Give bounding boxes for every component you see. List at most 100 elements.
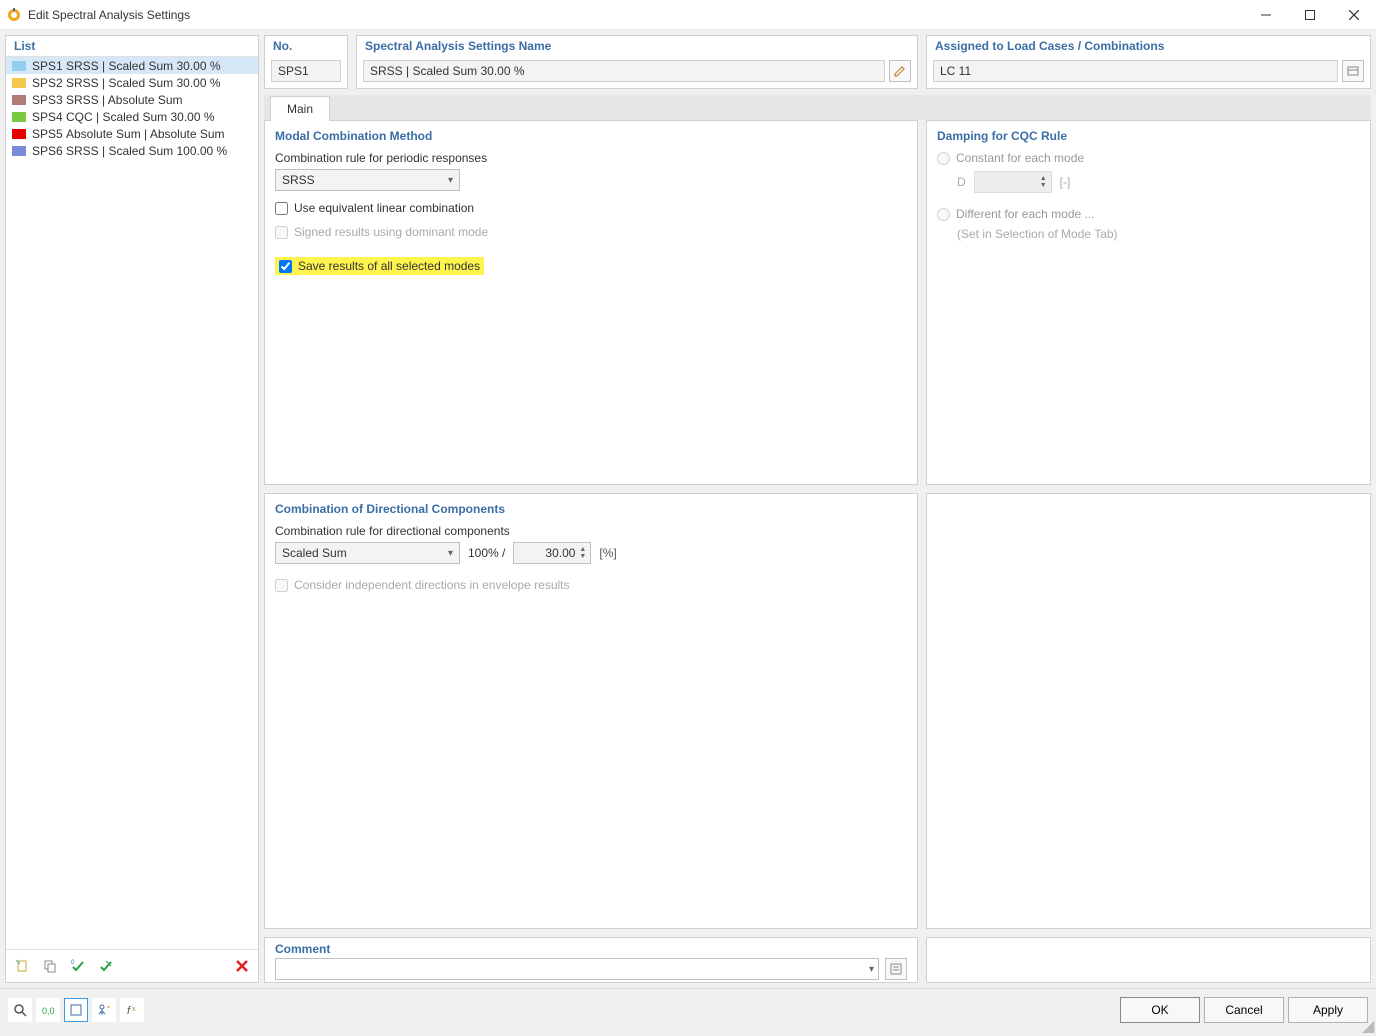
signed-label: Signed results using dominant mode (294, 225, 488, 239)
color-swatch (12, 78, 26, 88)
damping-title: Damping for CQC Rule (937, 129, 1360, 143)
save-all-highlight[interactable]: Save results of all selected modes (275, 257, 484, 275)
list-item[interactable]: SPS5 Absolute Sum | Absolute Sum (6, 125, 258, 142)
blank-section-2 (926, 937, 1371, 983)
app-icon (6, 7, 22, 23)
titlebar: Edit Spectral Analysis Settings (0, 0, 1376, 30)
damping-different-radio-row: Different for each mode ... (937, 207, 1360, 221)
damping-d-unit: [-] (1060, 175, 1071, 189)
list-header: List (6, 36, 258, 57)
svg-text:0,0: 0,0 (42, 1006, 55, 1016)
copy-item-button[interactable] (38, 954, 62, 978)
no-field-box: No. SPS1 (264, 35, 348, 89)
right-column: Damping for CQC Rule Constant for each m… (926, 120, 1371, 983)
damping-constant-radio (937, 152, 950, 165)
modal-title: Modal Combination Method (275, 129, 907, 143)
comment-title: Comment (275, 942, 907, 956)
minimize-button[interactable] (1244, 0, 1288, 30)
use-equiv-label: Use equivalent linear combination (294, 201, 474, 215)
list-item-id: SPS1 (32, 59, 66, 73)
list-item-id: SPS5 (32, 127, 66, 141)
top-fields-row: No. SPS1 Spectral Analysis Settings Name… (264, 35, 1371, 89)
toolbar-spacer (122, 954, 226, 978)
name-input[interactable]: SRSS | Scaled Sum 30.00 % (363, 60, 885, 82)
signed-checkbox-row: Signed results using dominant mode (275, 225, 907, 239)
close-button[interactable] (1332, 0, 1376, 30)
damping-section: Damping for CQC Rule Constant for each m… (926, 120, 1371, 485)
modal-rule-label: Combination rule for periodic responses (275, 151, 907, 165)
comment-combobox[interactable]: ▾ (275, 958, 879, 980)
list-item[interactable]: SPS1 SRSS | Scaled Sum 30.00 % (6, 57, 258, 74)
list-item[interactable]: SPS2 SRSS | Scaled Sum 30.00 % (6, 74, 258, 91)
list-item-id: SPS4 (32, 110, 66, 124)
display-button[interactable] (64, 998, 88, 1022)
no-label: No. (265, 36, 347, 56)
damping-different-label: Different for each mode ... (956, 207, 1095, 221)
damping-d-row: D ▲▼ [-] (957, 171, 1360, 193)
list-toolbar: 0 (6, 949, 258, 982)
dir-rule-select[interactable]: Scaled Sum ▾ (275, 542, 460, 564)
chevron-down-icon: ▾ (869, 964, 874, 975)
chevron-down-icon: ▾ (448, 175, 453, 186)
comment-library-button[interactable] (885, 958, 907, 980)
delete-item-button[interactable] (230, 954, 254, 978)
modal-combination-section: Modal Combination Method Combination rul… (264, 120, 918, 485)
bottom-bar: 0,0 fx OK Cancel Apply (0, 988, 1376, 1030)
damping-different-note: (Set in Selection of Mode Tab) (957, 227, 1360, 241)
no-value: SPS1 (271, 60, 341, 82)
list-item[interactable]: SPS6 SRSS | Scaled Sum 100.00 % (6, 142, 258, 159)
color-swatch (12, 146, 26, 156)
window-title: Edit Spectral Analysis Settings (28, 8, 1244, 22)
assigned-browse-button[interactable] (1342, 60, 1364, 82)
spinner-buttons: ▲▼ (1040, 175, 1047, 189)
svg-text:x: x (132, 1006, 136, 1013)
apply-button[interactable]: Apply (1288, 997, 1368, 1023)
dir-percent-prefix: 100% / (468, 546, 505, 560)
ok-button[interactable]: OK (1120, 997, 1200, 1023)
use-equiv-checkbox[interactable] (275, 202, 288, 215)
blank-section-1 (926, 493, 1371, 929)
name-field-box: Spectral Analysis Settings Name SRSS | S… (356, 35, 918, 89)
list-item[interactable]: SPS3 SRSS | Absolute Sum (6, 91, 258, 108)
check-all-button[interactable]: 0 (66, 954, 90, 978)
consider-label: Consider independent directions in envel… (294, 578, 570, 592)
svg-text:f: f (127, 1005, 131, 1017)
units-button[interactable]: 0,0 (36, 998, 60, 1022)
svg-text:0: 0 (71, 960, 75, 966)
uncheck-all-button[interactable] (94, 954, 118, 978)
save-all-checkbox[interactable] (279, 260, 292, 273)
color-swatch (12, 95, 26, 105)
list-item-name: Absolute Sum | Absolute Sum (66, 127, 225, 141)
dir-percent-value: 30.00 (545, 546, 575, 560)
maximize-button[interactable] (1288, 0, 1332, 30)
list-item-name: CQC | Scaled Sum 30.00 % (66, 110, 215, 124)
use-equiv-checkbox-row[interactable]: Use equivalent linear combination (275, 201, 907, 215)
function-button[interactable]: fx (120, 998, 144, 1022)
list-item[interactable]: SPS4 CQC | Scaled Sum 30.00 % (6, 108, 258, 125)
comment-section: Comment ▾ (264, 937, 918, 983)
dir-percent-spinner[interactable]: 30.00 ▲▼ (513, 542, 591, 564)
assigned-field-box: Assigned to Load Cases / Combinations LC… (926, 35, 1371, 89)
cancel-button[interactable]: Cancel (1204, 997, 1284, 1023)
new-item-button[interactable] (10, 954, 34, 978)
list-item-name: SRSS | Scaled Sum 30.00 % (66, 59, 221, 73)
damping-different-radio (937, 208, 950, 221)
list-body: SPS1 SRSS | Scaled Sum 30.00 % SPS2 SRSS… (6, 57, 258, 949)
spinner-buttons[interactable]: ▲▼ (579, 546, 586, 560)
directional-section: Combination of Directional Components Co… (264, 493, 918, 929)
assigned-value: LC 11 (933, 60, 1338, 82)
dir-percent-unit: [%] (599, 546, 616, 560)
color-swatch (12, 61, 26, 71)
assigned-label: Assigned to Load Cases / Combinations (927, 36, 1370, 56)
list-item-name: SRSS | Scaled Sum 30.00 % (66, 76, 221, 90)
model-button[interactable] (92, 998, 116, 1022)
list-item-id: SPS6 (32, 144, 66, 158)
damping-d-label: D (957, 175, 966, 189)
modal-rule-select[interactable]: SRSS ▾ (275, 169, 460, 191)
edit-name-button[interactable] (889, 60, 911, 82)
chevron-down-icon: ▾ (448, 548, 453, 559)
tab-main[interactable]: Main (270, 96, 330, 121)
sections-row: Modal Combination Method Combination rul… (264, 120, 1371, 983)
list-item-name: SRSS | Absolute Sum (66, 93, 183, 107)
search-button[interactable] (8, 998, 32, 1022)
